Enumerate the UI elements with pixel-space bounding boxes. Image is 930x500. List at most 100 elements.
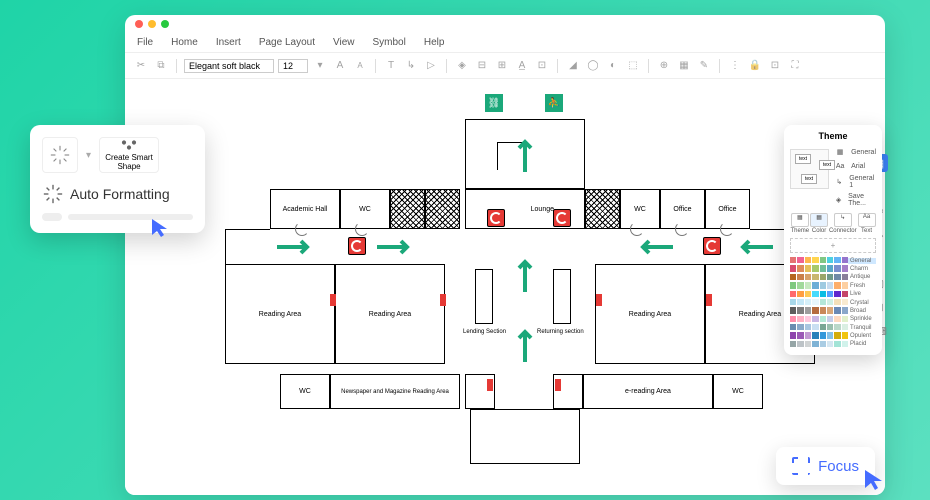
search-icon[interactable]: ⊕: [656, 58, 672, 74]
swatch[interactable]: [797, 299, 803, 305]
swatch[interactable]: [797, 282, 803, 288]
swatch[interactable]: [820, 332, 826, 338]
swatch[interactable]: [827, 274, 833, 280]
tab-theme[interactable]: ▦Theme: [790, 213, 809, 234]
shadow-icon[interactable]: ◐: [605, 58, 621, 74]
swatch[interactable]: [790, 291, 796, 297]
tab-color[interactable]: ▦Color: [810, 213, 828, 234]
palette-row-opulent[interactable]: Opulent: [790, 332, 876, 339]
swatch[interactable]: [820, 324, 826, 330]
theme-item-general[interactable]: ▦General: [833, 145, 876, 159]
menu-insert[interactable]: Insert: [216, 37, 241, 48]
create-smart-shape-button[interactable]: Create Smart Shape: [99, 137, 159, 173]
swatch[interactable]: [812, 332, 818, 338]
swatch[interactable]: [790, 299, 796, 305]
swatch[interactable]: [797, 324, 803, 330]
connector-icon[interactable]: ↳: [403, 58, 419, 74]
group-icon[interactable]: ⊡: [534, 58, 550, 74]
menu-page-layout[interactable]: Page Layout: [259, 37, 315, 48]
swatch[interactable]: [834, 324, 840, 330]
swatch[interactable]: [790, 341, 796, 347]
swatch[interactable]: [834, 341, 840, 347]
swatch[interactable]: [834, 299, 840, 305]
palette-row-charm[interactable]: Charm: [790, 265, 876, 272]
swatch[interactable]: [834, 316, 840, 322]
swatch[interactable]: [797, 316, 803, 322]
maximize-icon[interactable]: [161, 20, 169, 28]
swatch[interactable]: [797, 332, 803, 338]
spark-icon[interactable]: [42, 137, 78, 173]
swatch[interactable]: [805, 257, 811, 263]
font-size-up-icon[interactable]: A: [332, 58, 348, 74]
swatch[interactable]: [797, 274, 803, 280]
media-icon[interactable]: ▦: [676, 58, 692, 74]
swatch[interactable]: [797, 265, 803, 271]
swatch[interactable]: [812, 324, 818, 330]
swatch[interactable]: [834, 265, 840, 271]
swatch[interactable]: [805, 265, 811, 271]
swatch[interactable]: [812, 282, 818, 288]
swatch[interactable]: [820, 299, 826, 305]
swatch[interactable]: [820, 341, 826, 347]
palette-row-placid[interactable]: Placid: [790, 341, 876, 348]
swatch[interactable]: [812, 299, 818, 305]
theme-preview[interactable]: text text text: [790, 149, 829, 189]
font-size-select[interactable]: [278, 59, 308, 73]
swatch[interactable]: [805, 282, 811, 288]
text-align-icon[interactable]: A̲: [514, 58, 530, 74]
palette-row-antique[interactable]: Antique: [790, 274, 876, 281]
swatch[interactable]: [805, 307, 811, 313]
slider[interactable]: [42, 213, 193, 221]
swatch[interactable]: [790, 265, 796, 271]
lock-icon[interactable]: 🔒: [747, 58, 763, 74]
swatch[interactable]: [812, 274, 818, 280]
crop-icon[interactable]: ⬚: [625, 58, 641, 74]
swatch[interactable]: [812, 307, 818, 313]
swatch[interactable]: [797, 257, 803, 263]
add-theme-button[interactable]: +: [790, 238, 876, 253]
chevron-down-icon[interactable]: ▾: [312, 58, 328, 74]
options-icon[interactable]: ⋮: [727, 58, 743, 74]
theme-item-save[interactable]: ◈Save The...: [833, 191, 876, 209]
layer-icon[interactable]: ◈: [454, 58, 470, 74]
shape-icon[interactable]: ◯: [585, 58, 601, 74]
fill-icon[interactable]: ◢: [565, 58, 581, 74]
menu-file[interactable]: File: [137, 37, 153, 48]
font-size-down-icon[interactable]: A: [352, 58, 368, 74]
swatch[interactable]: [820, 274, 826, 280]
swatch[interactable]: [834, 307, 840, 313]
swatch[interactable]: [827, 307, 833, 313]
menu-view[interactable]: View: [333, 37, 355, 48]
tab-text[interactable]: AaText: [858, 213, 876, 234]
palette-row-crystal[interactable]: Crystal: [790, 299, 876, 306]
swatch[interactable]: [805, 324, 811, 330]
pointer-icon[interactable]: ▷: [423, 58, 439, 74]
theme-item-arial[interactable]: AaArial: [833, 159, 876, 173]
swatch[interactable]: [827, 257, 833, 263]
swatch[interactable]: [790, 316, 796, 322]
expand-icon[interactable]: ⛶: [787, 58, 803, 74]
align-icon[interactable]: ⊞: [494, 58, 510, 74]
text-tool-icon[interactable]: T: [383, 58, 399, 74]
swatch[interactable]: [805, 341, 811, 347]
swatch[interactable]: [805, 291, 811, 297]
swatch[interactable]: [827, 265, 833, 271]
tab-connector[interactable]: ↳Connector: [829, 213, 857, 234]
swatch[interactable]: [827, 299, 833, 305]
palette-row-fresh[interactable]: Fresh: [790, 282, 876, 289]
close-icon[interactable]: [135, 20, 143, 28]
distribute-icon[interactable]: ⊟: [474, 58, 490, 74]
swatch[interactable]: [827, 332, 833, 338]
swatch[interactable]: [790, 332, 796, 338]
palette-row-broad[interactable]: Broad: [790, 307, 876, 314]
swatch[interactable]: [827, 341, 833, 347]
swatch[interactable]: [812, 316, 818, 322]
swatch[interactable]: [790, 307, 796, 313]
swatch[interactable]: [797, 341, 803, 347]
swatch[interactable]: [820, 282, 826, 288]
swatch[interactable]: [797, 307, 803, 313]
swatch[interactable]: [827, 291, 833, 297]
swatch[interactable]: [834, 274, 840, 280]
swatch[interactable]: [820, 307, 826, 313]
palette-row-general[interactable]: General: [790, 257, 876, 264]
